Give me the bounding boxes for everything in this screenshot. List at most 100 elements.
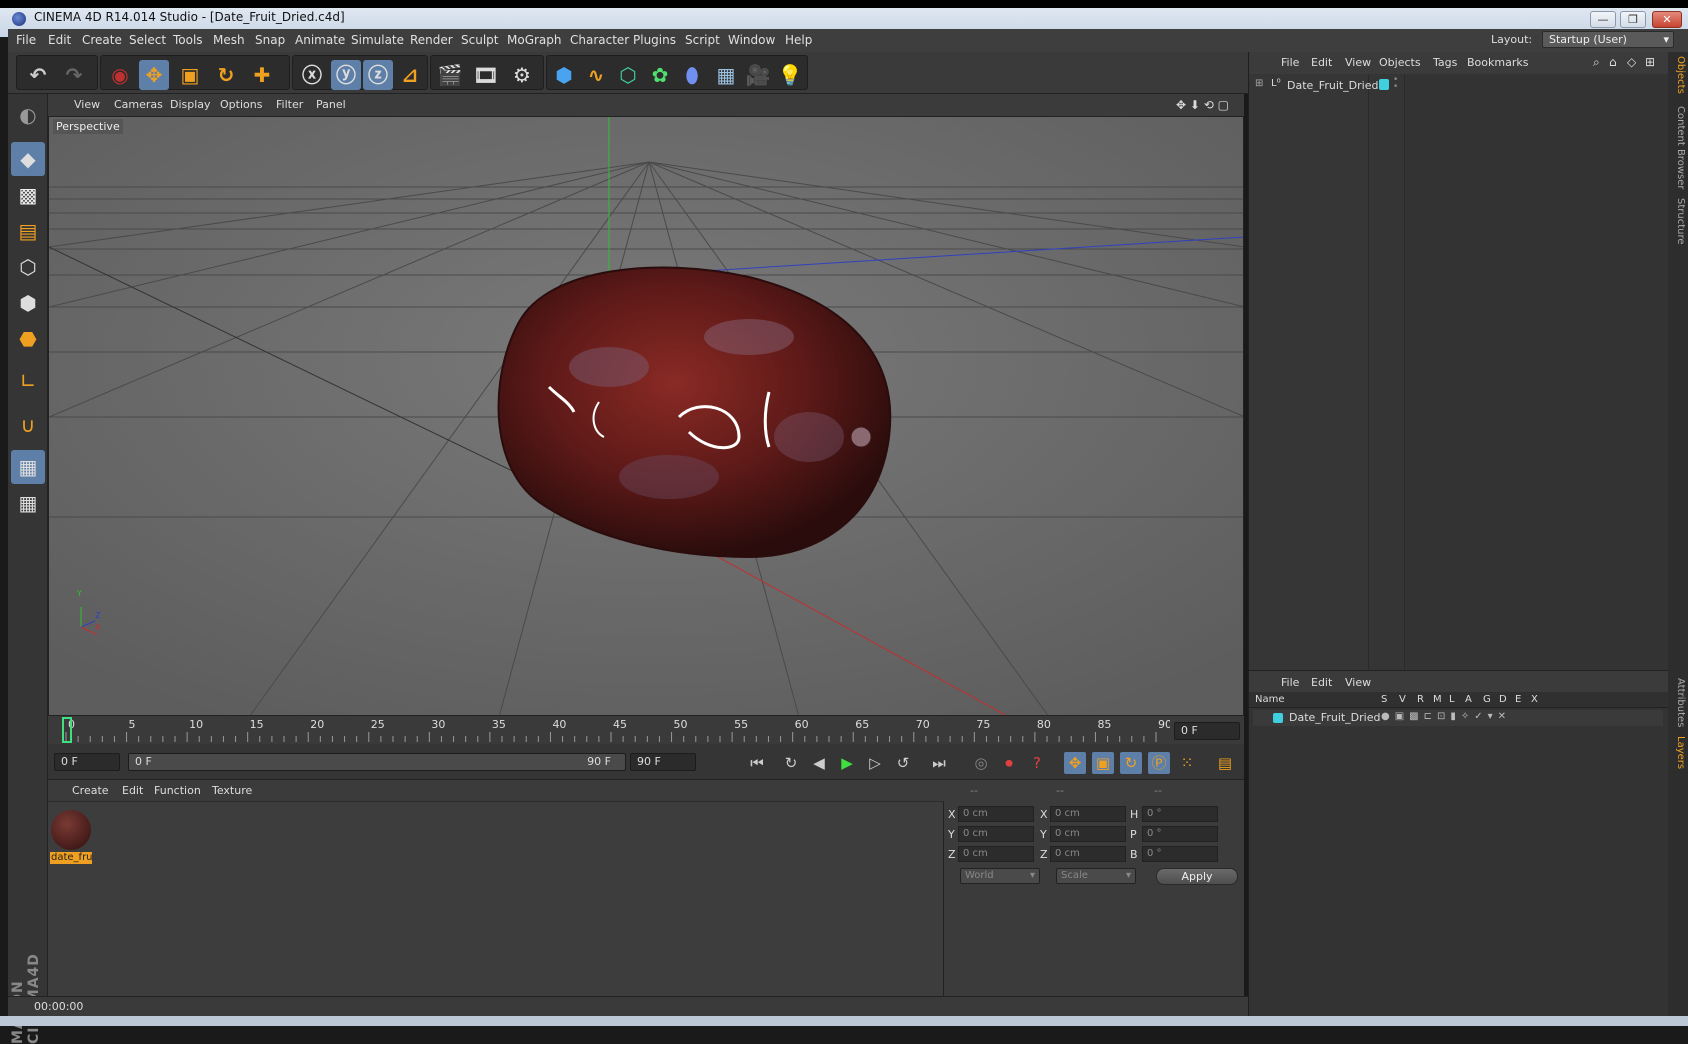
timeline-ruler[interactable]: 0 5 10 15 20 25 30 35 40 45 50 55 60 65 70 75 80 85 90 0 F — [48, 716, 1244, 744]
menu-render[interactable]: Render — [410, 33, 453, 47]
step-forward-icon[interactable]: ▷ — [864, 752, 886, 774]
axis-mode-icon[interactable]: ∟ — [11, 364, 45, 398]
render-settings-icon[interactable]: ⚙ — [507, 60, 537, 90]
layer-flag-icons[interactable]: ●▣▩⊏⊡▮✧✓▾✕ — [1381, 711, 1511, 722]
menu-create[interactable]: Create — [82, 33, 122, 47]
frame-range-slider[interactable]: 0 F 90 F — [128, 753, 626, 771]
camera-icon[interactable]: 🎥 — [743, 60, 773, 90]
objects-menu-objects[interactable]: Objects — [1379, 56, 1421, 69]
close-button[interactable]: ✕ — [1652, 11, 1682, 28]
size-x-field[interactable]: 0 cm — [1050, 806, 1126, 822]
light-icon[interactable]: 💡 — [775, 60, 805, 90]
floor-icon[interactable]: ▦ — [711, 60, 741, 90]
menu-simulate[interactable]: Simulate — [351, 33, 404, 47]
size-y-field[interactable]: 0 cm — [1050, 826, 1126, 842]
make-editable-icon[interactable]: ◐ — [11, 98, 45, 132]
pos-z-field[interactable]: 0 cm — [958, 846, 1034, 862]
keyframe-selection-icon[interactable]: ? — [1026, 752, 1048, 774]
menu-animate[interactable]: Animate — [295, 33, 345, 47]
material-menu-function[interactable]: Function — [154, 784, 201, 797]
render-view-icon[interactable]: 🎬 — [435, 60, 465, 90]
viewport-menu-cameras[interactable]: Cameras — [114, 98, 163, 111]
locked-workplane-icon[interactable]: ▦ — [11, 486, 45, 520]
pos-x-field[interactable]: 0 cm — [958, 806, 1034, 822]
layer-color-swatch[interactable] — [1273, 713, 1283, 723]
menu-snap[interactable]: Snap — [255, 33, 285, 47]
z-axis-lock-icon[interactable]: ⓩ — [363, 60, 393, 90]
edges-mode-icon[interactable]: ⬢ — [11, 286, 45, 320]
menu-mesh[interactable]: Mesh — [213, 33, 245, 47]
record-icon[interactable]: ◎ — [970, 752, 992, 774]
menu-window[interactable]: Window — [728, 33, 775, 47]
perspective-viewport[interactable]: Perspective Y Z X — [48, 116, 1244, 716]
viewport-menu-view[interactable]: View — [74, 98, 100, 111]
points-mode-icon[interactable]: ⬡ — [11, 250, 45, 284]
material-menu-texture[interactable]: Texture — [212, 784, 252, 797]
menu-select[interactable]: Select — [129, 33, 166, 47]
scale-tool-icon[interactable]: ▣ — [175, 60, 205, 90]
material-swatch[interactable]: date_fru — [50, 808, 92, 864]
menu-help[interactable]: Help — [785, 33, 812, 47]
tab-layers[interactable]: Layers — [1670, 736, 1686, 769]
live-selection-icon[interactable]: ◉ — [105, 60, 135, 90]
redo-icon[interactable]: ↷ — [59, 60, 89, 90]
rotate-tool-icon[interactable]: ↻ — [211, 60, 241, 90]
record-parameter-icon[interactable]: Ⓟ — [1148, 752, 1170, 774]
spline-pen-icon[interactable]: ∿ — [581, 60, 611, 90]
record-rotation-icon[interactable]: ↻ — [1120, 752, 1142, 774]
loop-forward-icon[interactable]: ↺ — [892, 752, 914, 774]
menu-script[interactable]: Script — [685, 33, 720, 47]
tab-objects[interactable]: Objects — [1670, 56, 1686, 94]
menu-plugins[interactable]: Plugins — [633, 33, 676, 47]
magnet-icon[interactable]: ∪ — [11, 408, 45, 442]
viewport-navigation-icons[interactable]: ✥ ⬇ ⟲ ▢ — [1176, 98, 1229, 112]
layers-menu-file[interactable]: File — [1281, 676, 1299, 689]
recent-tool-icon[interactable]: ✚ — [247, 60, 277, 90]
layout-select[interactable]: Startup (User) ▾ — [1542, 31, 1674, 48]
size-mode-select[interactable]: Scale ▾ — [1056, 868, 1136, 884]
menu-mograph[interactable]: MoGraph — [507, 33, 562, 47]
play-icon[interactable]: ▶ — [836, 752, 858, 774]
collapse-icon[interactable]: ◇ — [1627, 55, 1636, 69]
visibility-dots-icon[interactable]: • • — [1393, 76, 1398, 92]
rot-p-field[interactable]: 0 ° — [1142, 826, 1218, 842]
workplane-lock-icon[interactable]: ▦ — [11, 450, 45, 484]
viewport-menu-panel[interactable]: Panel — [316, 98, 346, 111]
pos-y-field[interactable]: 0 cm — [958, 826, 1034, 842]
coordinate-mode-select[interactable]: World ▾ — [960, 868, 1040, 884]
rot-b-field[interactable]: 0 ° — [1142, 846, 1218, 862]
deformer-icon[interactable]: ⬮ — [677, 60, 707, 90]
tab-attributes[interactable]: Attributes — [1670, 678, 1686, 727]
viewport-menu-filter[interactable]: Filter — [276, 98, 303, 111]
model-mode-icon[interactable]: ◆ — [11, 142, 45, 176]
autokey-icon[interactable]: ⏺ — [998, 752, 1020, 774]
max-frame-field[interactable]: 90 F — [630, 753, 696, 771]
objects-menu-view[interactable]: View — [1345, 56, 1371, 69]
search-icon[interactable]: ⌕ — [1593, 55, 1600, 70]
timeline-window-icon[interactable]: ▤ — [1214, 752, 1236, 774]
x-axis-lock-icon[interactable]: ⓧ — [297, 60, 327, 90]
rot-h-field[interactable]: 0 ° — [1142, 806, 1218, 822]
array-icon[interactable]: ✿ — [645, 60, 675, 90]
home-icon[interactable]: ⌂ — [1609, 55, 1617, 69]
loop-icon[interactable]: ↻ — [780, 752, 802, 774]
date-fruit-object[interactable] — [497, 266, 892, 559]
objects-menu-file[interactable]: File — [1281, 56, 1299, 69]
y-axis-lock-icon[interactable]: ⓨ — [331, 60, 361, 90]
menu-edit[interactable]: Edit — [48, 33, 71, 47]
object-row-date-fruit[interactable]: ⊞ L⁰ Date_Fruit_Dried • • — [1253, 76, 1653, 94]
step-back-icon[interactable]: ◀ — [808, 752, 830, 774]
current-frame-field[interactable]: 0 F — [1174, 722, 1240, 740]
render-picture-viewer-icon[interactable]: 🎞 — [471, 60, 501, 90]
cube-icon[interactable]: ⬢ — [549, 60, 579, 90]
menu-sculpt[interactable]: Sculpt — [461, 33, 498, 47]
tab-content-browser[interactable]: Content Browser — [1670, 106, 1686, 189]
go-to-start-icon[interactable]: ⏮ — [746, 752, 768, 774]
point-level-animation-icon[interactable]: ⁙ — [1176, 752, 1198, 774]
menu-character[interactable]: Character — [570, 33, 629, 47]
menu-tools[interactable]: Tools — [173, 33, 203, 47]
tab-structure[interactable]: Structure — [1670, 198, 1686, 245]
coordinate-system-icon[interactable]: ⊿ — [395, 60, 425, 90]
size-z-field[interactable]: 0 cm — [1050, 846, 1126, 862]
layer-color-swatch[interactable] — [1379, 79, 1389, 90]
